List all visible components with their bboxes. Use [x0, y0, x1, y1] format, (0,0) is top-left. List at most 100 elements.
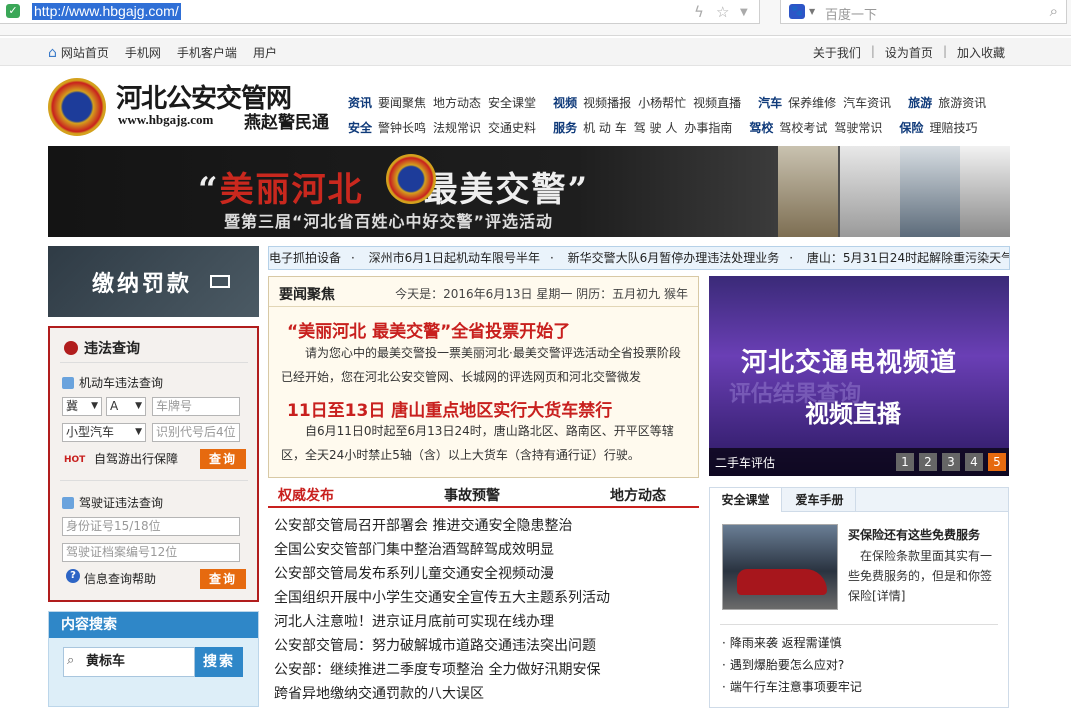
slide-caption[interactable]: 二手车评估 [715, 454, 775, 471]
nav-home[interactable]: ⌂ 网站首页 [48, 44, 109, 61]
list-item[interactable]: 跨省异地缴纳交通罚款的八大误区 [274, 682, 694, 706]
details-link[interactable]: [详情] [872, 589, 905, 603]
nav-mobile-client[interactable]: 手机客户端 [177, 44, 237, 61]
tip-title[interactable]: 买保险还有这些免费服务 [848, 526, 980, 543]
list-item[interactable]: 公安部：继续推进二季度专项整治 全力做好汛期安保 [274, 658, 694, 682]
nav-cat-car[interactable]: 汽车 [758, 94, 782, 111]
nav-item[interactable]: 法规常识 [433, 119, 481, 136]
video-slideshow[interactable]: 评估结果查询 河北交通电视频道 视频直播 二手车评估 1 2 3 4 5 [709, 276, 1009, 476]
nav-bookmark[interactable]: 加入收藏 [957, 44, 1005, 61]
nav-cat-service[interactable]: 服务 [553, 119, 577, 136]
ticker-item[interactable]: 电子抓拍设备 [269, 251, 341, 265]
list-item[interactable]: 公安部交管局：努力破解城市道路交通违法突出问题 [274, 634, 694, 658]
nav-item[interactable]: 地方动态 [433, 94, 481, 111]
slide-page-5[interactable]: 5 [988, 453, 1006, 471]
chevron-down-icon: ▼ [91, 401, 98, 411]
vehicle-query-button[interactable]: 查询 [200, 449, 246, 469]
banner-emblem-icon [386, 154, 436, 204]
nav-item[interactable]: 旅游资讯 [938, 94, 986, 111]
headline-1-summary: 请为您心中的最美交警投一票美丽河北·最美交警评选活动全省投票阶段已经开始，您在河… [281, 346, 681, 384]
selfdrive-link[interactable]: 自驾游出行保障 [94, 450, 178, 467]
nav-item[interactable]: 视频播报 [583, 94, 631, 111]
nav-item[interactable]: 保养维修 [788, 94, 836, 111]
star-icon[interactable]: ☆ [716, 3, 729, 21]
nav-cat-video[interactable]: 视频 [553, 94, 577, 111]
headline-1[interactable]: “美丽河北 最美交警”全省投票开始了 [287, 317, 570, 342]
car-photo[interactable] [722, 524, 838, 610]
nav-item[interactable]: 要闻聚焦 [378, 94, 426, 111]
list-item[interactable]: 降雨来袭 返程需谨慎 [722, 632, 862, 654]
list-item[interactable]: 公安部交管局发布系列儿童交通安全视频动漫 [274, 562, 694, 586]
officer-photo [778, 146, 838, 237]
dropdown-icon[interactable]: ▼ [740, 7, 748, 18]
pay-fines-banner[interactable]: 缴纳罚款 [48, 246, 259, 317]
letter-select[interactable]: A ▼ [106, 397, 146, 416]
list-item[interactable]: 河北人注意啦！进京证月底前可实现在线办理 [274, 610, 694, 634]
nav-set-home[interactable]: 设为首页 [885, 44, 933, 61]
nav-cat-safety[interactable]: 安全 [348, 119, 372, 136]
nav-cat-travel[interactable]: 旅游 [908, 94, 932, 111]
browser-search-box[interactable]: 🐾 ▼ 百度一下 ⌕ [780, 0, 1067, 24]
tab-safety-class[interactable]: 安全课堂 [710, 488, 782, 512]
license-query-button[interactable]: 查询 [200, 569, 246, 589]
engine-dropdown-icon[interactable]: ▼ [809, 7, 815, 16]
nav-item[interactable]: 视频直播 [693, 94, 741, 111]
ticker-item[interactable]: 深州市6月1日起机动车限号半年 [369, 251, 540, 265]
nav-mobile-site[interactable]: 手机网 [125, 44, 161, 61]
nav-item[interactable]: 机 动 车 [583, 119, 627, 136]
divider: | [942, 44, 947, 58]
slide-page-1[interactable]: 1 [896, 453, 914, 471]
ticker-item[interactable]: 唐山：5月31日24时起解除重污染天气三 [807, 251, 1009, 265]
lightning-icon[interactable]: ϟ [694, 3, 704, 21]
slide-page-2[interactable]: 2 [919, 453, 937, 471]
slide-page-3[interactable]: 3 [942, 453, 960, 471]
nav-item[interactable]: 驾驶常识 [834, 119, 882, 136]
police-emblem-icon[interactable] [48, 78, 106, 136]
vin-input[interactable]: 识别代号后4位 [152, 423, 240, 442]
nav-cat-news[interactable]: 资讯 [348, 94, 372, 111]
search-icon[interactable]: ⌕ [1050, 2, 1058, 20]
news-title[interactable]: 要闻聚焦 [279, 284, 335, 304]
nav-about[interactable]: 关于我们 [813, 44, 861, 61]
nav-item[interactable]: 汽车资讯 [843, 94, 891, 111]
id-number-input[interactable]: 身份证号15/18位 [62, 517, 240, 536]
tab-car-manual[interactable]: 爱车手册 [784, 488, 856, 512]
nav-item[interactable]: 安全课堂 [488, 94, 536, 111]
address-bar[interactable]: ✓ http://www.hbgajg.com/ ϟ ☆ ▼ [0, 0, 760, 24]
content-search-button[interactable]: 搜索 [195, 647, 243, 677]
home-icon: ⌂ [48, 45, 57, 61]
query-help-link[interactable]: 信息查询帮助 [84, 570, 156, 587]
list-item[interactable]: 公安部交管局召开部署会 推进交通安全隐患整治 [274, 514, 694, 538]
province-select[interactable]: 冀 ▼ [62, 397, 102, 416]
address-url[interactable]: http://www.hbgajg.com/ [32, 3, 181, 20]
list-item[interactable]: 端午行车注意事项要牢记 [722, 676, 862, 698]
tab-accident-warning[interactable]: 事故预警 [444, 485, 500, 505]
browser-search-placeholder[interactable]: 百度一下 [825, 4, 877, 23]
nav-user[interactable]: 用户 [253, 44, 277, 61]
list-item[interactable]: 遇到爆胎要怎么应对? [722, 654, 862, 676]
nav-item[interactable]: 办事指南 [684, 119, 732, 136]
car-type-select[interactable]: 小型汽车 ▼ [62, 423, 146, 442]
content-search-input[interactable]: 黄标车 [63, 647, 195, 677]
nav-item[interactable]: 小杨帮忙 [638, 94, 686, 111]
plate-input[interactable]: 车牌号 [152, 397, 240, 416]
baidu-paw-icon[interactable]: 🐾 [789, 4, 805, 19]
license-file-input[interactable]: 驾驶证档案编号12位 [62, 543, 240, 562]
nav-item[interactable]: 驾 驶 人 [634, 119, 678, 136]
ticker-item[interactable]: 新华交警大队6月暂停办理违法处理业务 [568, 251, 780, 265]
search-doc-icon [62, 377, 74, 389]
nav-cat-school[interactable]: 驾校 [749, 119, 773, 136]
nav-cat-insurance[interactable]: 保险 [899, 119, 923, 136]
nav-item[interactable]: 交通史料 [488, 119, 536, 136]
card-icon [210, 275, 230, 288]
list-item[interactable]: 全国公安交管部门集中整治酒驾醉驾成效明显 [274, 538, 694, 562]
nav-item[interactable]: 理赔技巧 [929, 119, 977, 136]
nav-item[interactable]: 驾校考试 [779, 119, 827, 136]
tab-official[interactable]: 权威发布 [278, 485, 334, 505]
tab-local-news[interactable]: 地方动态 [610, 485, 666, 505]
headline-2[interactable]: 11日至13日 唐山重点地区实行大货车禁行 [287, 396, 612, 421]
campaign-banner[interactable]: “美丽河北 最美交警” 暨第三届“河北省百姓心中好交警”评选活动 [48, 146, 1010, 237]
nav-item[interactable]: 警钟长鸣 [378, 119, 426, 136]
slide-page-4[interactable]: 4 [965, 453, 983, 471]
list-item[interactable]: 全国组织开展中小学生交通安全宣传五大主题系列活动 [274, 586, 694, 610]
